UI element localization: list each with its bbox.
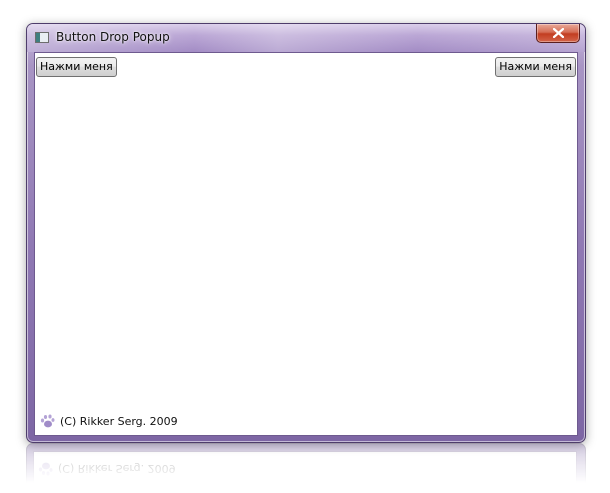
client-area: Нажми меня Нажми меня (C) Rikker Serg. 2… bbox=[34, 52, 578, 436]
click-me-button-left[interactable]: Нажми меня bbox=[36, 57, 117, 77]
window-title: Button Drop Popup bbox=[56, 30, 170, 44]
reflection-status: (C) Rikker Serg. 2009 bbox=[37, 461, 176, 477]
copyright-text: (C) Rikker Serg. 2009 bbox=[60, 414, 178, 428]
reflection-mirror: (C) Rikker Serg. 2009 bbox=[26, 443, 586, 483]
paw-print-icon bbox=[38, 462, 53, 476]
reflection-copyright-text: (C) Rikker Serg. 2009 bbox=[58, 462, 176, 476]
paw-print-icon bbox=[40, 414, 55, 428]
click-me-button-right[interactable]: Нажми меня bbox=[495, 57, 576, 77]
close-button[interactable] bbox=[536, 24, 580, 43]
app-window: Button Drop Popup Нажми меня Нажми меня … bbox=[26, 23, 586, 443]
window-app-icon[interactable] bbox=[35, 32, 49, 43]
close-x-icon bbox=[553, 28, 564, 38]
desktop-background: Button Drop Popup Нажми меня Нажми меня … bbox=[0, 0, 610, 493]
status-bar: (C) Rikker Serg. 2009 bbox=[39, 412, 178, 430]
title-bar[interactable]: Button Drop Popup bbox=[27, 24, 585, 52]
window-reflection: (C) Rikker Serg. 2009 bbox=[26, 443, 586, 483]
